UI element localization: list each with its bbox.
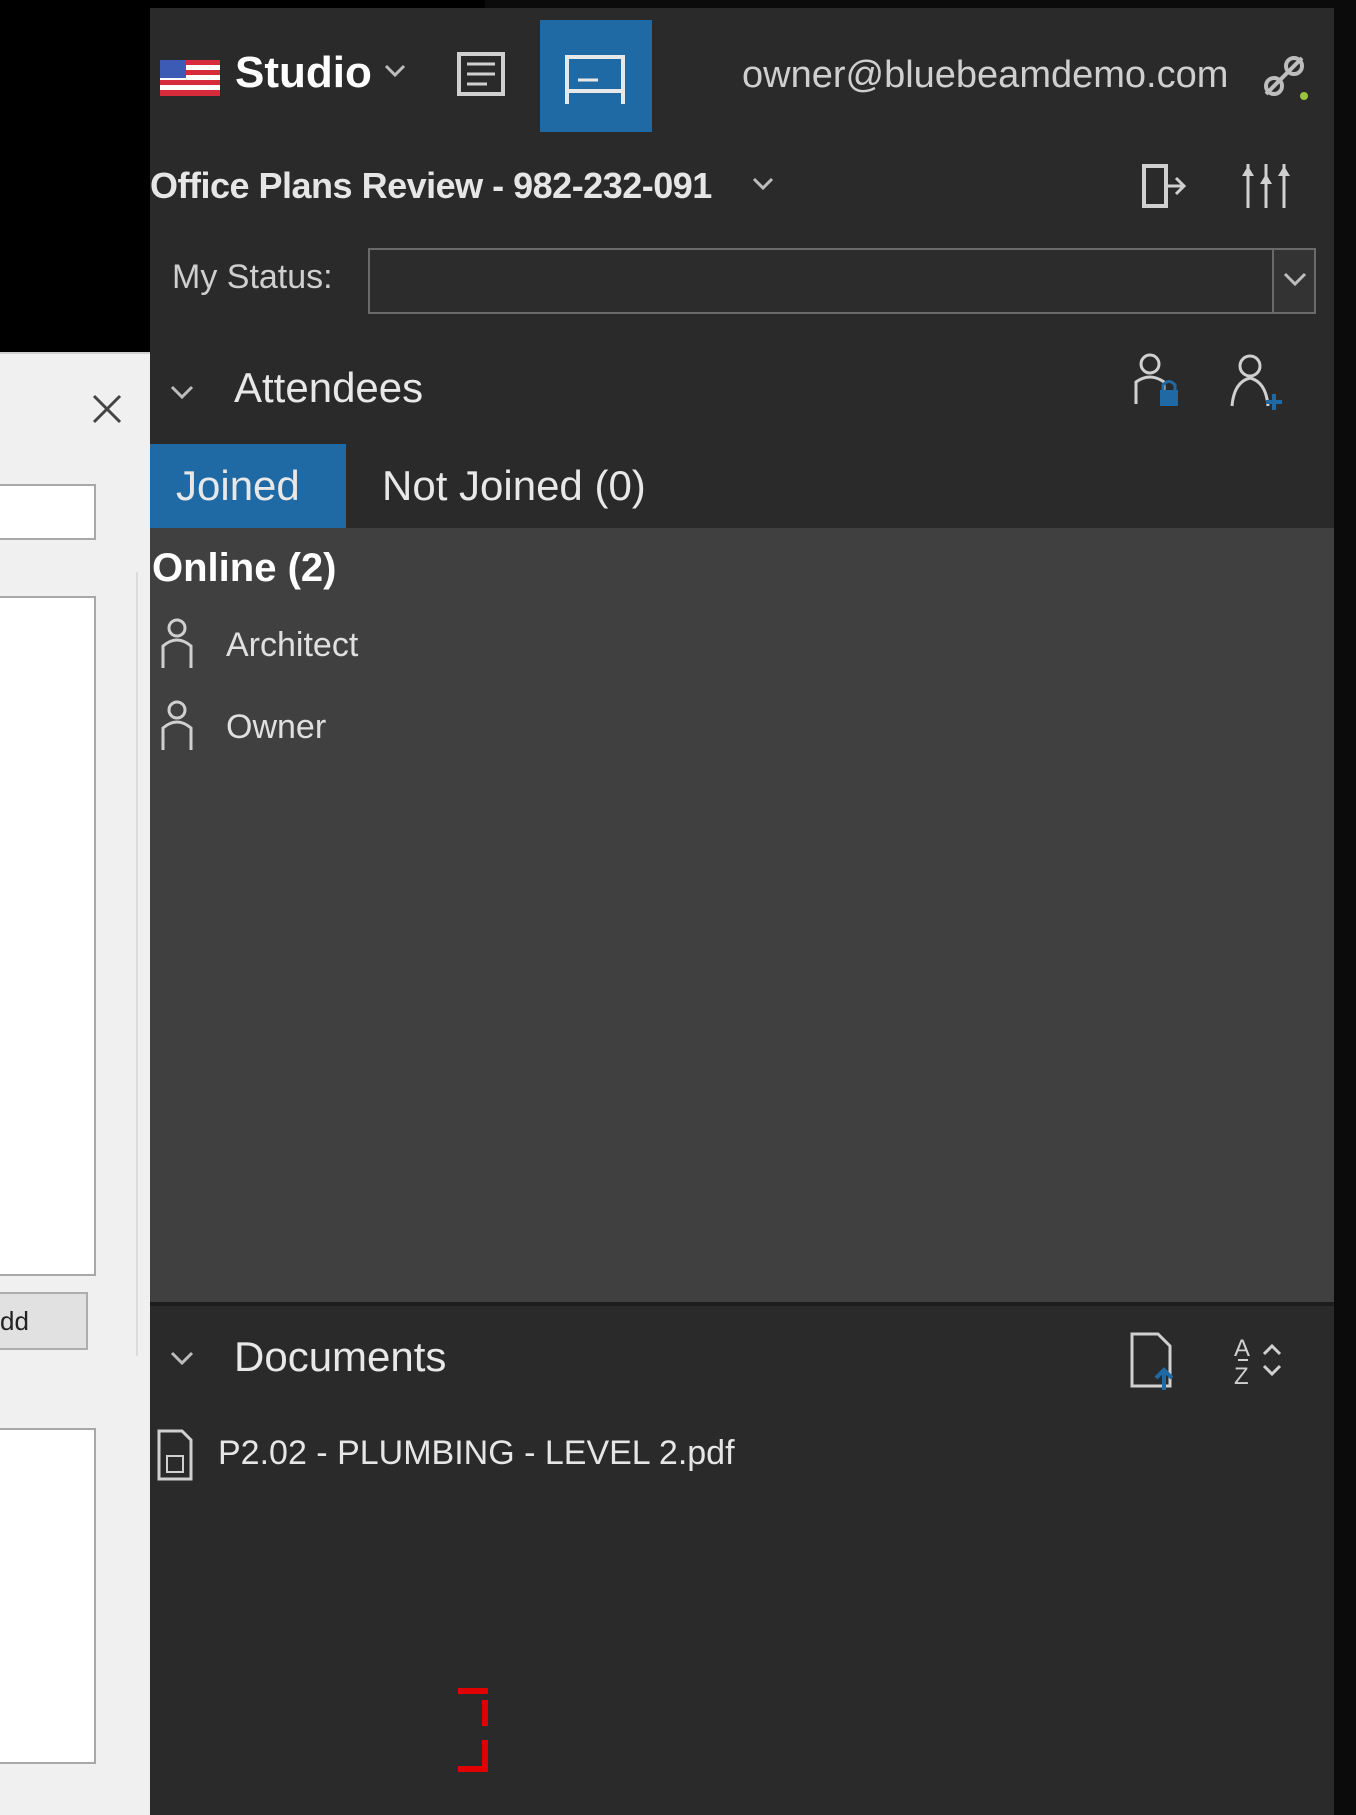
connection-icon[interactable] xyxy=(1258,50,1310,102)
attendees-title: Attendees xyxy=(234,364,424,411)
dialog-second-list-box[interactable] xyxy=(0,1428,96,1764)
close-icon[interactable] xyxy=(90,392,124,426)
upload-document-icon[interactable] xyxy=(1128,1330,1178,1392)
studio-menu-label[interactable]: Studio xyxy=(235,48,372,98)
sort-az-icon[interactable]: AZ xyxy=(1230,1330,1290,1392)
attendee-name: Owner xyxy=(226,708,327,746)
pdf-file-icon xyxy=(157,1429,193,1481)
invite-person-icon[interactable] xyxy=(1224,352,1284,412)
session-chevron-down-icon[interactable] xyxy=(750,170,776,196)
online-group-label: Online (2) xyxy=(152,546,337,590)
user-email[interactable]: owner@bluebeamdemo.com xyxy=(742,54,1228,97)
settings-sliders-icon[interactable] xyxy=(1238,160,1294,212)
attendee-name: Architect xyxy=(226,626,359,664)
dialog-add-button[interactable]: dd xyxy=(0,1292,88,1350)
session-doc-icon[interactable] xyxy=(455,48,507,100)
top-border xyxy=(485,0,1356,8)
studio-sessions-icon xyxy=(565,55,625,104)
documents-title: Documents xyxy=(234,1333,447,1380)
exit-session-icon[interactable] xyxy=(1138,160,1190,212)
chevron-down-icon xyxy=(1283,272,1307,287)
tab-not-joined[interactable]: Not Joined (0) xyxy=(382,444,646,528)
person-icon xyxy=(161,700,193,750)
dialog-text-field[interactable] xyxy=(0,484,96,540)
tab-joined[interactable]: Joined xyxy=(150,444,346,528)
right-border xyxy=(1334,0,1356,1815)
person-icon xyxy=(161,618,193,668)
studio-sessions-tab[interactable] xyxy=(540,20,652,132)
document-name: P2.02 - PLUMBING - LEVEL 2.pdf xyxy=(218,1434,735,1472)
status-label: My Status: xyxy=(172,258,333,296)
lock-person-icon[interactable] xyxy=(1130,352,1182,412)
svg-text:A: A xyxy=(1234,1335,1250,1362)
status-dropdown[interactable] xyxy=(368,248,1316,314)
documents-collapse-icon[interactable] xyxy=(168,1344,196,1372)
dialog-list-box[interactable] xyxy=(0,596,96,1276)
svg-text:Z: Z xyxy=(1234,1363,1249,1390)
chevron-down-icon[interactable] xyxy=(380,56,410,86)
flag-icon[interactable] xyxy=(160,60,220,96)
session-title[interactable]: Office Plans Review - 982-232-091 xyxy=(150,165,712,207)
attendees-collapse-icon[interactable] xyxy=(168,378,196,406)
status-dropdown-arrow[interactable] xyxy=(1272,250,1314,312)
